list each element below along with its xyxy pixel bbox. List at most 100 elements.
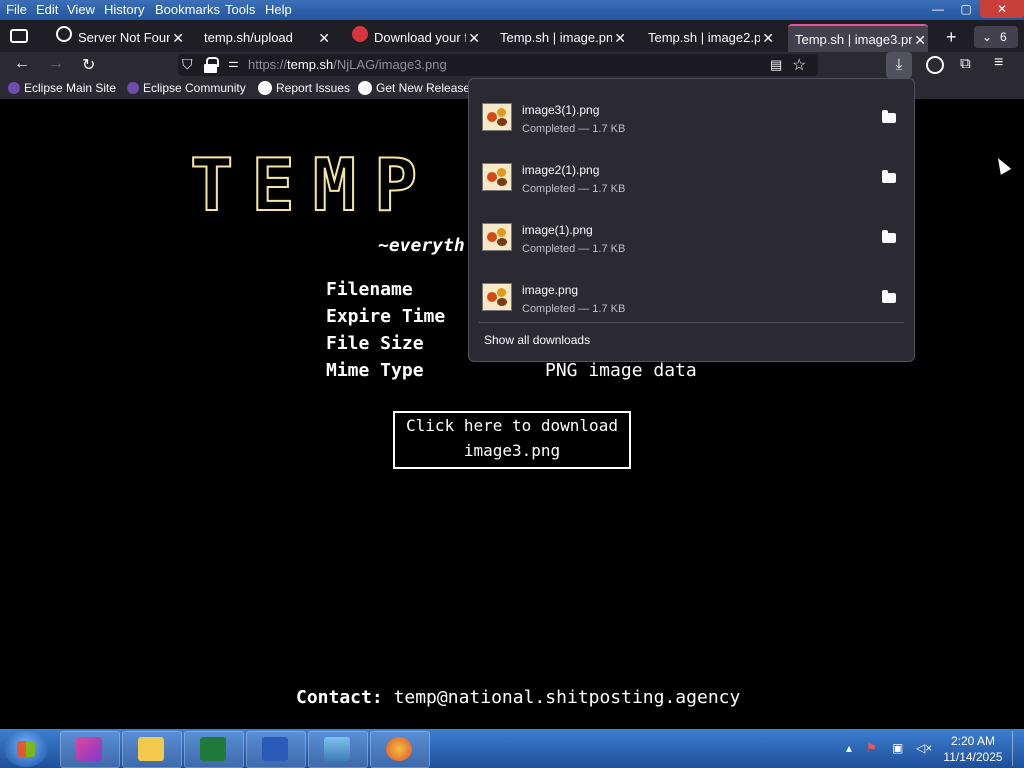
show-hidden-icons-icon[interactable]: ▴ bbox=[846, 741, 852, 755]
bookmark-report-issues[interactable]: Report Issues bbox=[258, 81, 350, 95]
folder-icon[interactable] bbox=[882, 230, 896, 243]
contact-line: Contact: temp@national.shitposting.agenc… bbox=[296, 687, 740, 708]
tab-image2-png[interactable]: Temp.sh | image2.pn ✕ bbox=[648, 24, 776, 52]
menu-bookmarks[interactable]: Bookmarks bbox=[155, 2, 220, 17]
download-filename: image(1).png bbox=[522, 223, 593, 237]
url-bar[interactable]: ⛉ ⚌ https://temp.sh/NjLAG/image3.png ▤ ☆ bbox=[178, 54, 818, 76]
menu-bar: File Edit View History Bookmarks Tools H… bbox=[0, 0, 1024, 20]
tab-label: Temp.sh | image2.pn bbox=[648, 30, 769, 45]
contact-label: Contact: bbox=[296, 687, 383, 708]
download-text-line1: Click here to download bbox=[406, 416, 618, 435]
tab-image-png[interactable]: Temp.sh | image.png ✕ bbox=[500, 24, 628, 52]
download-filename: image.png bbox=[522, 283, 579, 297]
tab-label: temp.sh/upload bbox=[204, 30, 293, 45]
photo-viewer-icon bbox=[324, 737, 350, 761]
list-all-tabs-button[interactable]: ⌄ 6 bbox=[974, 26, 1018, 48]
taskbar-word[interactable] bbox=[246, 731, 306, 768]
show-all-downloads-button[interactable]: Show all downloads bbox=[484, 333, 590, 347]
image-file-icon bbox=[482, 283, 512, 311]
close-window-button[interactable]: ✕ bbox=[980, 0, 1024, 18]
tab-bar: Server Not Found ✕ temp.sh/upload ✕ Down… bbox=[0, 20, 1024, 52]
tracking-protection-icon[interactable]: ⛉ bbox=[182, 56, 193, 73]
download-status: Completed — 1.7 KB bbox=[522, 183, 626, 195]
ublock-icon bbox=[352, 26, 368, 42]
site-logo: TEMP bbox=[189, 142, 436, 228]
account-icon[interactable] bbox=[926, 56, 944, 74]
folder-icon[interactable] bbox=[882, 170, 896, 183]
mouse-cursor-icon bbox=[992, 155, 1012, 175]
image-file-icon bbox=[482, 103, 512, 131]
bookmark-eclipse-main-site[interactable]: Eclipse Main Site bbox=[8, 81, 116, 95]
download-item[interactable]: image.png Completed — 1.7 KB bbox=[479, 267, 904, 323]
paint-icon bbox=[386, 737, 412, 761]
tab-label: Temp.sh | image.png bbox=[500, 30, 621, 45]
menu-edit[interactable]: Edit bbox=[36, 2, 58, 17]
reload-button[interactable]: ↻ bbox=[82, 55, 95, 75]
network-icon[interactable]: ▣ bbox=[892, 741, 903, 755]
word-icon bbox=[262, 737, 288, 761]
tab-close-icon[interactable]: ✕ bbox=[912, 26, 926, 52]
github-icon bbox=[358, 81, 372, 95]
download-file-button[interactable]: Click here to download image3.png bbox=[393, 411, 631, 469]
clock-time: 2:20 AM bbox=[950, 734, 996, 748]
new-tab-button[interactable]: + bbox=[946, 28, 957, 46]
tab-close-icon[interactable]: ✕ bbox=[612, 24, 626, 52]
minimize-button[interactable]: — bbox=[924, 0, 952, 18]
menu-hamburger-icon[interactable]: ≡ bbox=[994, 54, 1003, 72]
lock-body-icon bbox=[204, 64, 217, 73]
menu-history[interactable]: History bbox=[104, 2, 144, 17]
tab-image3-png[interactable]: Temp.sh | image3.pn ✕ bbox=[788, 24, 928, 52]
contact-email[interactable]: temp@national.shitposting.agency bbox=[394, 687, 741, 708]
taskbar-paint[interactable] bbox=[370, 731, 430, 768]
taskbar-app-1[interactable] bbox=[60, 731, 120, 768]
taskbar-explorer[interactable] bbox=[122, 731, 182, 768]
expire-time-label: Expire Time bbox=[326, 306, 446, 327]
menu-file[interactable]: File bbox=[6, 2, 27, 17]
menu-view[interactable]: View bbox=[67, 2, 95, 17]
tab-count: 6 bbox=[1000, 30, 1007, 44]
tab-close-icon[interactable]: ✕ bbox=[466, 24, 480, 52]
restore-button[interactable]: ▢ bbox=[952, 0, 980, 18]
download-item[interactable]: image(1).png Completed — 1.7 KB bbox=[479, 207, 904, 263]
tab-close-icon[interactable]: ✕ bbox=[760, 24, 774, 52]
windows-logo-icon bbox=[17, 741, 35, 757]
reader-view-icon[interactable]: ▤ bbox=[770, 57, 782, 73]
firefox-view-icon[interactable] bbox=[10, 29, 28, 43]
volume-muted-icon[interactable]: ◁× bbox=[916, 741, 932, 755]
excel-icon bbox=[200, 737, 226, 761]
taskbar-image-viewer[interactable] bbox=[308, 731, 368, 768]
permissions-icon[interactable]: ⚌ bbox=[228, 56, 239, 70]
download-status: Completed — 1.7 KB bbox=[522, 243, 626, 255]
bookmark-star-icon[interactable]: ☆ bbox=[792, 55, 806, 75]
download-item[interactable]: image3(1).png Completed — 1.7 KB bbox=[479, 87, 904, 143]
menu-help[interactable]: Help bbox=[265, 2, 292, 17]
info-icon bbox=[56, 26, 72, 42]
tab-close-icon[interactable]: ✕ bbox=[318, 24, 330, 52]
menu-tools[interactable]: Tools bbox=[225, 2, 255, 17]
taskbar-excel[interactable] bbox=[184, 731, 244, 768]
start-button[interactable] bbox=[4, 731, 48, 767]
system-clock[interactable]: 2:20 AM 11/14/2025 bbox=[940, 733, 1006, 765]
action-center-icon[interactable]: ⚑ bbox=[866, 741, 877, 755]
extensions-icon[interactable]: ⧉ bbox=[960, 55, 971, 72]
chevron-down-icon: ⌄ bbox=[982, 30, 993, 44]
tab-close-icon[interactable]: ✕ bbox=[170, 24, 184, 52]
download-status: Completed — 1.7 KB bbox=[522, 123, 626, 135]
tab-label: Temp.sh | image3.pn bbox=[795, 32, 916, 47]
tab-upload[interactable]: temp.sh/upload ✕ bbox=[204, 24, 332, 52]
downloads-button[interactable]: ⤓ bbox=[886, 52, 912, 78]
tab-download-your-file[interactable]: Download your fi ✕ bbox=[374, 24, 482, 52]
folder-icon[interactable] bbox=[882, 290, 896, 303]
download-item[interactable]: image2(1).png Completed — 1.7 KB bbox=[479, 147, 904, 203]
file-size-label: File Size bbox=[326, 333, 424, 354]
show-desktop-button[interactable] bbox=[1012, 731, 1023, 766]
download-text-line2: image3.png bbox=[463, 441, 561, 460]
tab-server-not-found[interactable]: Server Not Found ✕ bbox=[78, 24, 186, 52]
folder-icon[interactable] bbox=[882, 110, 896, 123]
bookmark-get-new-releases[interactable]: Get New Releases bbox=[358, 81, 476, 95]
bookmark-eclipse-community[interactable]: Eclipse Community bbox=[127, 81, 246, 95]
back-button[interactable]: ← bbox=[14, 55, 30, 73]
github-icon bbox=[258, 81, 272, 95]
forward-button[interactable]: → bbox=[48, 55, 64, 73]
clock-date: 11/14/2025 bbox=[943, 750, 1003, 764]
